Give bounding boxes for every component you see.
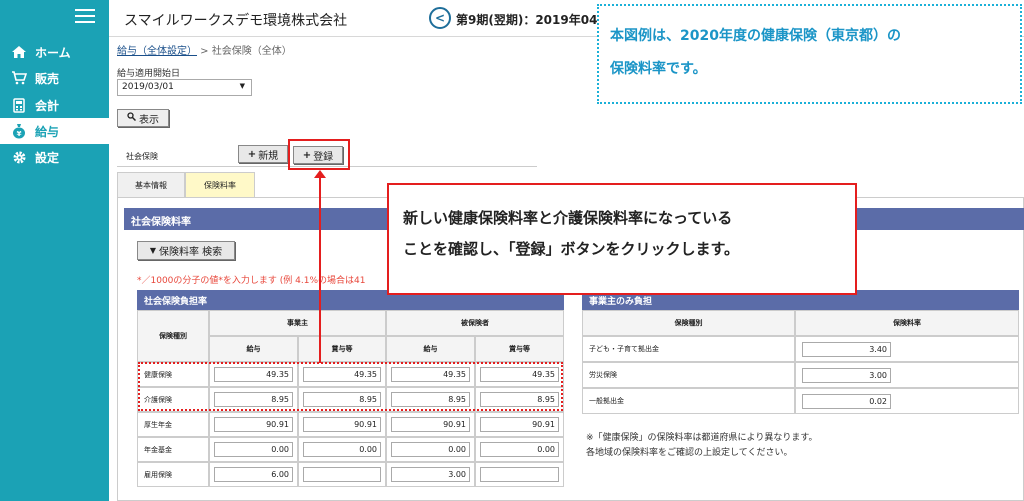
- breadcrumb-separator: >: [197, 46, 212, 57]
- callout-instruction: 新しい健康保険料率と介護保険料率になっている ことを確認し、「登録」ボタンをクリ…: [387, 183, 857, 295]
- rate-input[interactable]: 90.91: [391, 417, 470, 432]
- input-note: *／1000の分子の値*を入力します (例 4.1%の場合は41: [137, 276, 366, 286]
- callout-example-note: 本図例は、2020年度の健康保険（東京都）の 保険料率です。: [597, 4, 1022, 104]
- rate-input[interactable]: [480, 467, 559, 482]
- table-header-type: 保険種別: [582, 310, 795, 336]
- rate-input[interactable]: 90.91: [480, 417, 559, 432]
- show-button-label: 表示: [139, 114, 159, 126]
- calculator-icon: [10, 97, 28, 113]
- dropdown-arrow-icon: ▼: [239, 82, 245, 90]
- sidebar-item-label: ホーム: [35, 45, 71, 60]
- rate-input[interactable]: 0.00: [214, 442, 293, 457]
- sidebar-item-sales[interactable]: 販売: [0, 65, 109, 91]
- table-row-label: 一般拠出金: [582, 388, 795, 414]
- plus-icon: +: [247, 148, 257, 160]
- sidebar-item-accounting[interactable]: 会計: [0, 92, 109, 118]
- start-date-label: 給与適用開始日: [117, 69, 181, 79]
- callout-line: 保険料率です。: [610, 61, 707, 77]
- footnote-line: ※「健康保険」の保険料率は都道府県により異なります。: [586, 433, 818, 443]
- register-button-highlight: [288, 139, 350, 170]
- rate-input[interactable]: 90.91: [214, 417, 293, 432]
- tab-insurance-rate[interactable]: 保険料率: [185, 172, 255, 198]
- rate-search-button-label: 保険料率 検索: [158, 247, 223, 258]
- breadcrumb-link-payroll[interactable]: 給与（全体設定）: [117, 46, 197, 57]
- chevron-left-icon: <: [434, 11, 446, 25]
- money-bag-icon: ¥: [10, 123, 28, 139]
- table-header-insured: 被保険者: [386, 310, 564, 336]
- table-row-label: 雇用保険: [137, 462, 209, 487]
- sidebar-item-label: 販売: [35, 71, 60, 86]
- annotation-arrow-line: [319, 176, 321, 363]
- rate-input[interactable]: 3.00: [802, 368, 891, 383]
- callout-line: 新しい健康保険料率と介護保険料率になっている: [403, 209, 733, 227]
- table-header-bonus: 賞与等: [298, 336, 386, 362]
- rate-input[interactable]: 6.00: [214, 467, 293, 482]
- cart-icon: [10, 70, 28, 86]
- table-row-label: 子ども・子育て拠出金: [582, 336, 795, 362]
- rate-search-button[interactable]: ▼ 保険料率 検索: [137, 241, 235, 260]
- rate-input[interactable]: 0.02: [802, 394, 891, 409]
- table-row-label: 厚生年金: [137, 412, 209, 437]
- highlight-health-care-rows: [138, 362, 563, 411]
- annotation-arrow-head: [314, 170, 326, 178]
- rate-input[interactable]: [303, 467, 381, 482]
- filter-icon: ▼: [149, 246, 156, 255]
- show-button[interactable]: 表示: [117, 109, 169, 127]
- table-header-salary: 給与: [386, 336, 475, 362]
- table-header-bonus: 賞与等: [475, 336, 564, 362]
- table-header-type: 保険種別: [137, 310, 209, 362]
- table-header-rate: 保険料率: [795, 310, 1019, 336]
- breadcrumb-current: 社会保険（全体）: [211, 46, 292, 57]
- previous-period-button[interactable]: <: [429, 7, 451, 29]
- sidebar: ホーム 販売 会計 ¥ 給与 設定: [0, 0, 109, 501]
- new-button[interactable]: + 新規: [238, 145, 288, 163]
- footnote-line: 各地域の保険料率をご確認の上設定してください。: [586, 448, 793, 458]
- sidebar-item-home[interactable]: ホーム: [0, 39, 109, 65]
- rate-input[interactable]: 3.00: [391, 467, 470, 482]
- table-row-label: 労災保険: [582, 362, 795, 388]
- table-header-salary: 給与: [209, 336, 298, 362]
- footnote: ※「健康保険」の保険料率は都道府県により異なります。 各地域の保険料率をご確認の…: [586, 431, 817, 461]
- sidebar-item-label: 設定: [35, 150, 60, 165]
- sidebar-item-label: 会計: [35, 98, 60, 113]
- section-label: 社会保険: [126, 152, 158, 161]
- sidebar-item-label: 給与: [35, 124, 60, 139]
- home-icon: [10, 44, 28, 60]
- breadcrumb: 給与（全体設定） > 社会保険（全体）: [117, 42, 292, 57]
- start-date-value: 2019/03/01: [122, 82, 174, 92]
- search-icon: [127, 112, 137, 124]
- table-header-employer: 事業主: [209, 310, 386, 336]
- start-date-select[interactable]: 2019/03/01 ▼: [117, 79, 252, 96]
- svg-text:¥: ¥: [17, 130, 22, 138]
- callout-line: ことを確認し、「登録」ボタンをクリックします。: [403, 240, 740, 258]
- gear-icon: [10, 149, 28, 165]
- new-button-label: 新規: [258, 150, 279, 162]
- table-row-label: 年金基金: [137, 437, 209, 462]
- rate-input[interactable]: 0.00: [303, 442, 381, 457]
- hamburger-menu-icon[interactable]: [75, 9, 95, 24]
- rate-input[interactable]: 90.91: [303, 417, 381, 432]
- fiscal-period: 第9期(翌期)：2019年04月: [456, 13, 610, 27]
- sidebar-item-payroll[interactable]: ¥ 給与: [0, 118, 109, 144]
- rate-input[interactable]: 0.00: [480, 442, 559, 457]
- callout-line: 本図例は、2020年度の健康保険（東京都）の: [610, 28, 901, 44]
- rate-input[interactable]: 0.00: [391, 442, 470, 457]
- rate-input[interactable]: 3.40: [802, 342, 891, 357]
- tab-basic-info[interactable]: 基本情報: [117, 172, 185, 198]
- sidebar-item-settings[interactable]: 設定: [0, 144, 109, 170]
- company-name: スマイルワークスデモ環境株式会社: [124, 13, 348, 29]
